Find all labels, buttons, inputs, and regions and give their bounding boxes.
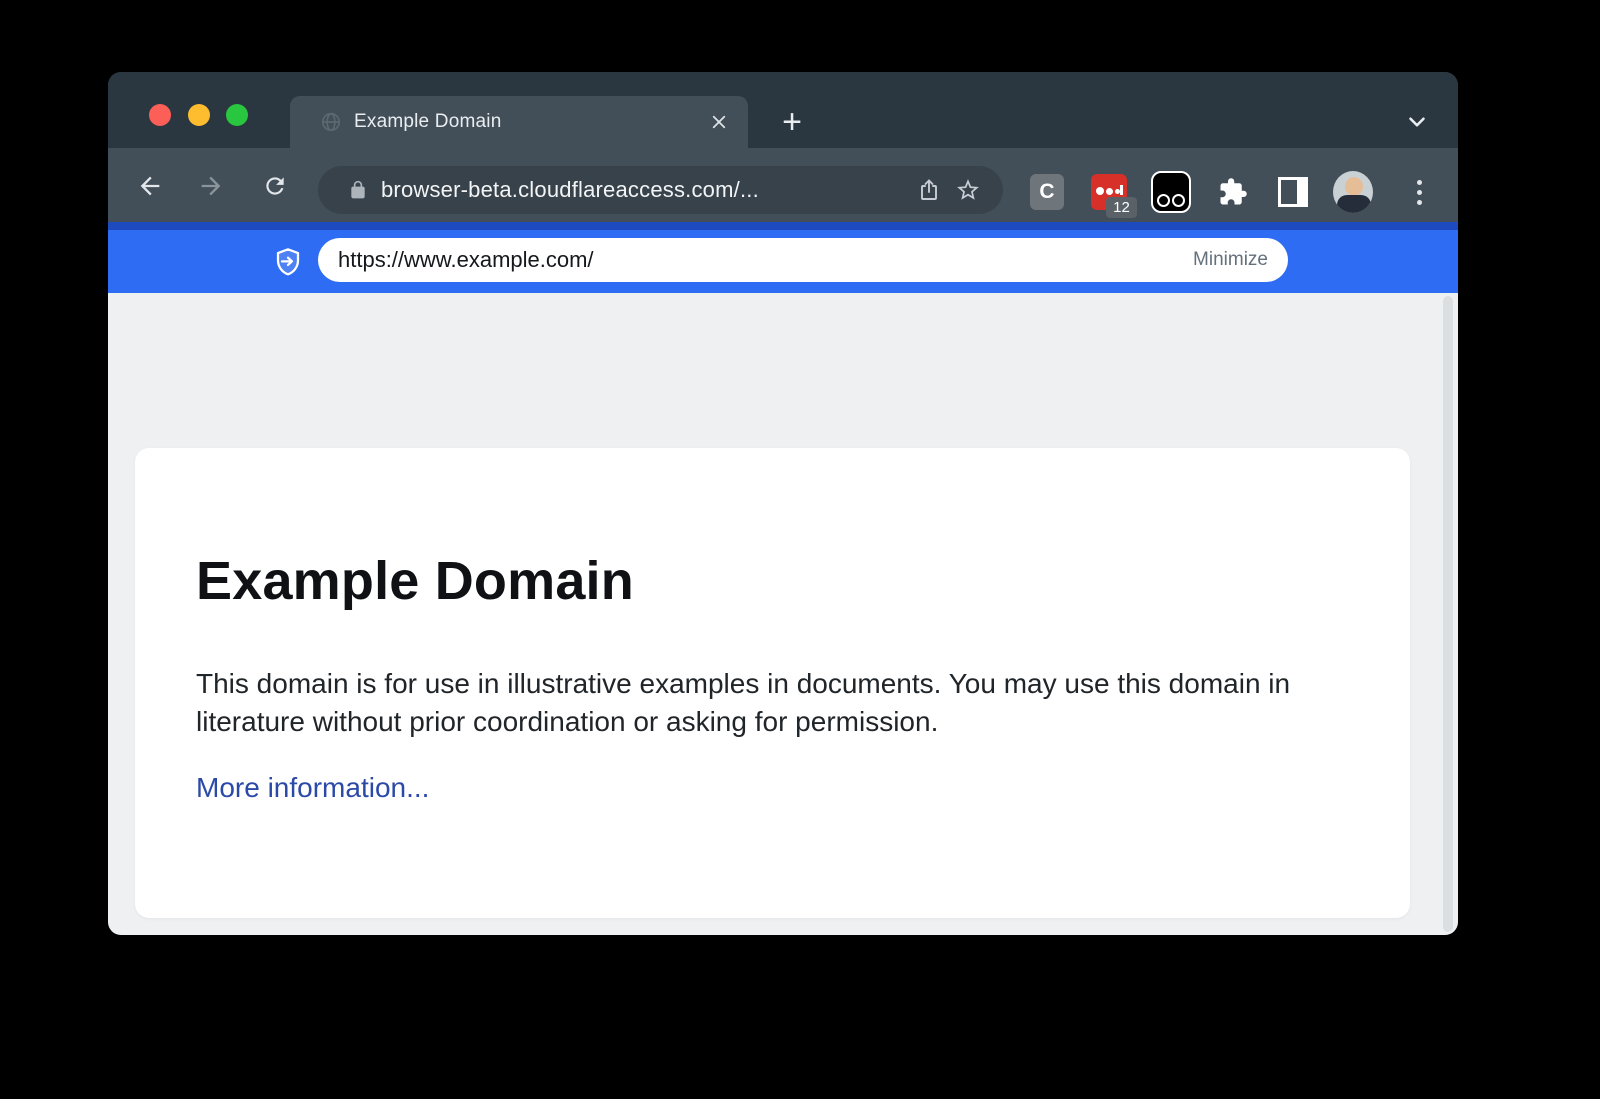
page-title: Example Domain <box>196 550 634 612</box>
window-zoom-button[interactable] <box>226 104 248 126</box>
extension-badge: 12 <box>1106 197 1137 218</box>
page-paragraph: This domain is for use in illustrative e… <box>196 665 1346 741</box>
scrollbar[interactable] <box>1443 296 1453 932</box>
address-bar[interactable]: browser-beta.cloudflareaccess.com/... <box>318 166 1003 214</box>
browser-window: Example Domain + <box>108 72 1458 935</box>
reload-button[interactable] <box>259 170 291 202</box>
browser-toolbar: browser-beta.cloudflareaccess.com/... C <box>108 148 1458 222</box>
remote-url-input[interactable] <box>336 246 1193 274</box>
tab-title: Example Domain <box>354 111 704 133</box>
minimize-button[interactable]: Minimize <box>1193 249 1268 271</box>
tab-close-icon[interactable] <box>704 107 734 137</box>
more-information-link[interactable]: More information... <box>196 772 429 804</box>
profile-avatar[interactable] <box>1333 172 1373 212</box>
screenshot-stage: Example Domain + <box>0 0 1600 1099</box>
lock-icon[interactable] <box>348 180 368 200</box>
bookmark-star-icon[interactable] <box>955 177 981 203</box>
extensions-puzzle-icon[interactable] <box>1213 172 1253 212</box>
remote-browser-bar: Minimize <box>108 222 1458 293</box>
tab-strip: Example Domain + <box>108 72 1458 148</box>
tab-example-domain[interactable]: Example Domain <box>290 96 748 148</box>
back-button[interactable] <box>134 170 166 202</box>
share-icon[interactable] <box>917 178 941 202</box>
new-tab-button[interactable]: + <box>772 103 812 141</box>
extension-red-dots-icon[interactable]: 12 <box>1089 172 1129 212</box>
side-panel-icon[interactable] <box>1273 172 1313 212</box>
tab-search-chevron-down-icon[interactable] <box>1397 105 1437 139</box>
shield-icon <box>271 245 305 279</box>
forward-button[interactable] <box>195 170 227 202</box>
remote-url-bar: Minimize <box>318 238 1288 282</box>
globe-favicon-icon <box>320 111 342 133</box>
address-bar-url: browser-beta.cloudflareaccess.com/... <box>381 177 917 203</box>
window-close-button[interactable] <box>149 104 171 126</box>
extension-camera-icon[interactable] <box>1151 172 1191 212</box>
extension-c-label: C <box>1030 174 1064 210</box>
remote-bar-top-border <box>108 222 1458 230</box>
browser-menu-dots-icon[interactable] <box>1399 172 1439 212</box>
window-minimize-button[interactable] <box>188 104 210 126</box>
extension-c-icon[interactable]: C <box>1027 172 1067 212</box>
